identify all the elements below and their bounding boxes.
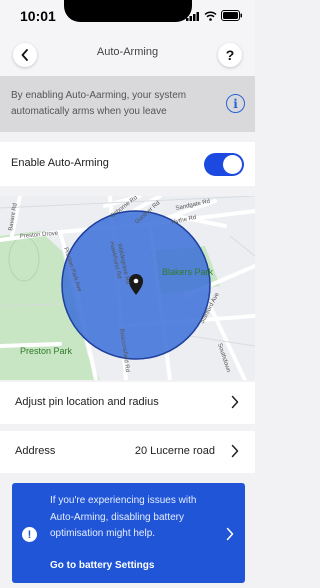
auto-arming-toggle-row: Enable Auto-Arming <box>0 142 255 186</box>
place-label: Blakers Park <box>162 267 214 277</box>
battery-icon <box>221 10 242 21</box>
battery-settings-link[interactable]: Go to battery Settings <box>50 560 154 571</box>
signal-icon <box>186 11 199 21</box>
battery-message: If you're experiencing issues with Auto-… <box>50 495 197 539</box>
toggle-knob <box>223 155 242 174</box>
address-label: Address <box>15 445 56 457</box>
toggle-label: Enable Auto-Arming <box>11 157 109 169</box>
auto-arming-toggle[interactable] <box>204 153 244 176</box>
geofence-map[interactable]: Osborne Rd Gunther Rd Sandgate Rd Hythe … <box>0 196 255 380</box>
status-time: 10:01 <box>20 8 56 24</box>
adjust-pin-row[interactable]: Adjust pin location and radius <box>0 382 255 424</box>
help-button[interactable]: ? <box>218 43 242 67</box>
address-value: 20 Lucerne road <box>134 445 215 457</box>
chevron-right-icon <box>231 444 239 458</box>
chevron-right-icon <box>226 527 234 541</box>
status-icons <box>186 10 243 21</box>
address-row[interactable]: Address 20 Lucerne road <box>0 431 255 473</box>
status-bar: 10:01 <box>0 0 255 34</box>
wifi-icon <box>204 11 217 21</box>
info-banner: By enabling Auto-Aarming, your system au… <box>0 76 255 132</box>
page-title: Auto-Arming <box>96 46 159 58</box>
chevron-right-icon <box>231 395 239 409</box>
battery-settings-card[interactable]: ! If you're experiencing issues with Aut… <box>12 483 245 583</box>
place-label: Preston Park <box>20 346 73 356</box>
info-icon[interactable]: i <box>226 94 245 113</box>
adjust-pin-label: Adjust pin location and radius <box>15 396 159 408</box>
info-text: By enabling Auto-Aarming, your system au… <box>11 90 187 117</box>
nav-bar: Auto-Arming ? <box>0 34 255 76</box>
warning-icon: ! <box>22 527 37 542</box>
notch <box>64 0 192 22</box>
